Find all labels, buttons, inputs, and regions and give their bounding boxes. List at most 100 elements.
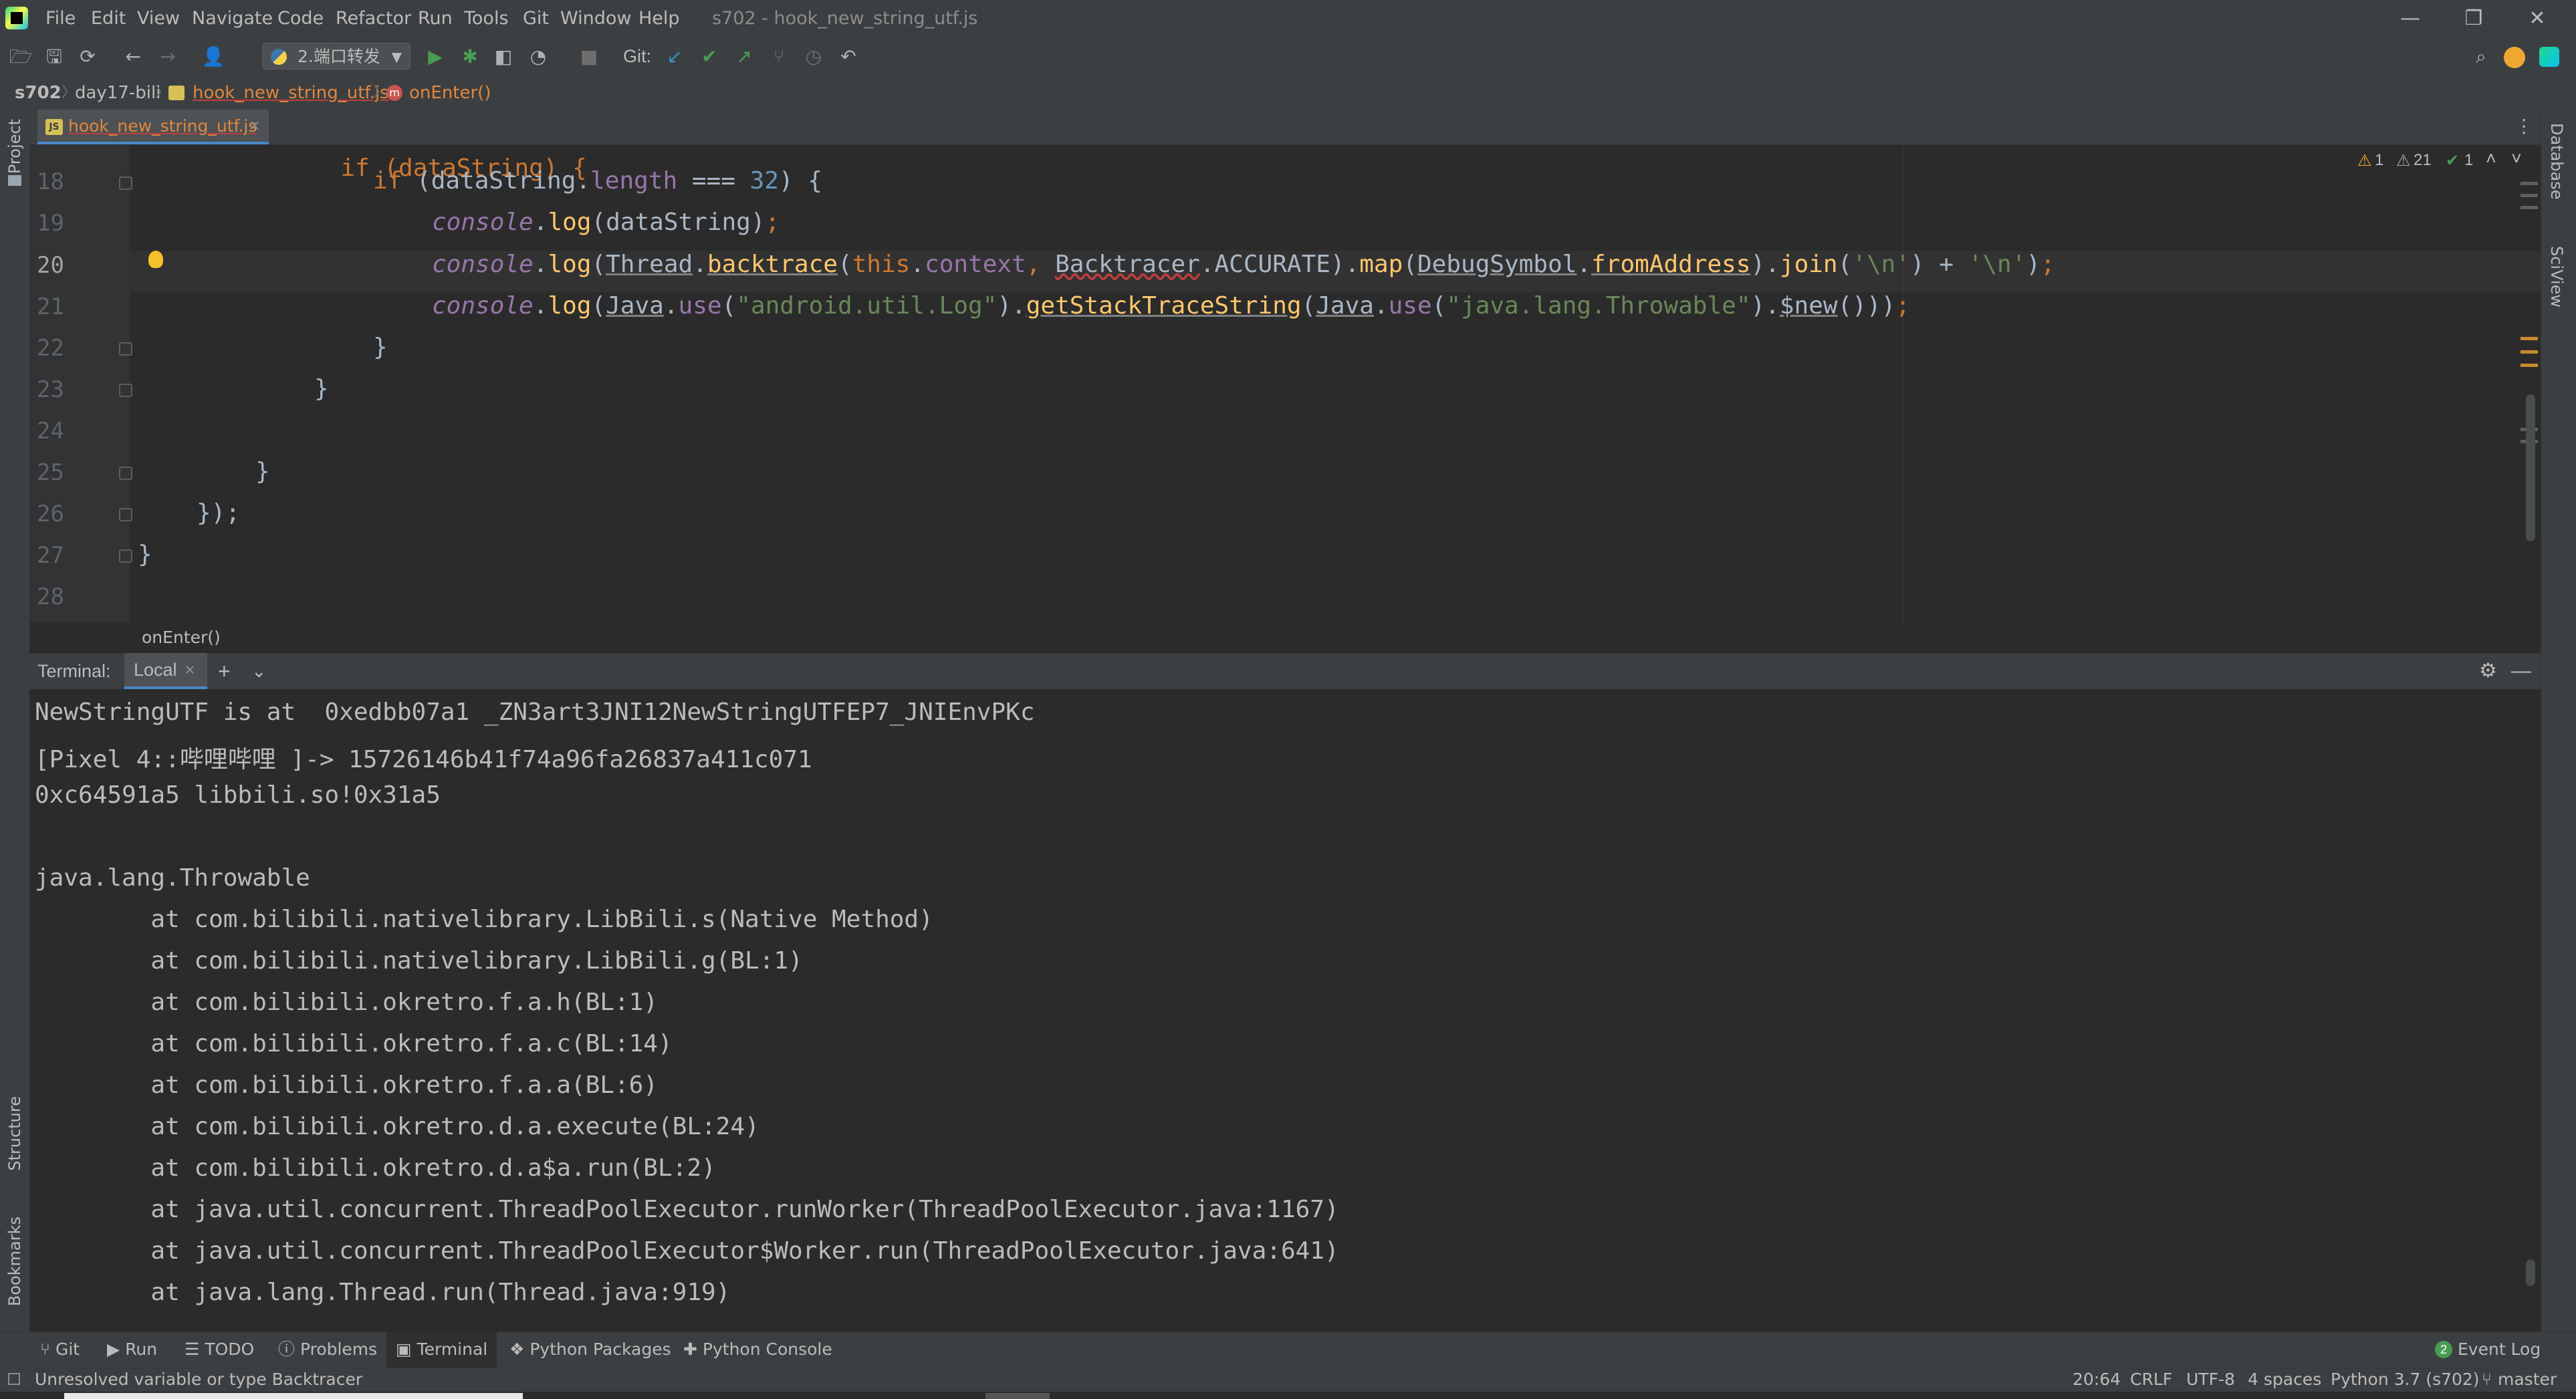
debug-icon[interactable]: ✱ [457,44,483,70]
toolbox-icon[interactable] [2539,47,2559,67]
code-line-23: } [314,375,329,402]
sciview-tool-button[interactable]: SciView [2547,246,2566,307]
terminal-scrollbar[interactable] [2526,1259,2535,1286]
run-tool-button[interactable]: ▶ Run [107,1331,157,1368]
next-highlight-icon[interactable]: ˅ [2511,148,2522,169]
fold-marker-icon[interactable] [119,508,132,521]
terminal-settings-gear-icon[interactable]: ⚙ [2479,653,2497,689]
code-line-26: }); [197,499,241,527]
stop-icon[interactable]: ■ [576,44,602,70]
maximize-button[interactable]: ❐ [2454,4,2494,33]
git-merge-icon[interactable]: ⑂ [766,44,792,70]
run-icon[interactable]: ▶ [423,44,448,70]
breadcrumb-folder[interactable]: day17-bili [75,76,160,110]
warning-icon[interactable]: ⚠ [2357,151,2372,170]
menu-window[interactable]: Window [560,0,631,37]
file-encoding[interactable]: UTF-8 [2186,1368,2235,1392]
menu-help[interactable]: Help [638,0,680,37]
todo-tool-button[interactable]: ☰ TODO [185,1331,254,1368]
coverage-icon[interactable]: ◧ [491,44,516,70]
toggle-tool-windows-icon[interactable] [8,1373,20,1385]
profile-icon[interactable]: ◔ [525,44,551,70]
python-console-tool-button[interactable]: ✚ Python Console [683,1331,832,1368]
line-number: 19 [37,210,64,237]
save-all-icon[interactable]: 🖫 [41,44,67,70]
menu-file[interactable]: File [45,0,76,37]
fold-marker-icon[interactable] [119,342,132,356]
rollback-icon[interactable]: ↶ [836,44,861,70]
problems-tool-button[interactable]: ⓘ Problems [278,1331,377,1368]
structure-tool-button[interactable]: Structure [5,1096,24,1171]
close-window-button[interactable]: ✕ [2517,4,2557,33]
breadcrumb-function[interactable]: onEnter() [409,76,491,110]
breadcrumb-project[interactable]: s702 [15,76,62,110]
terminal-line: java.lang.Throwable [35,864,310,892]
minimize-button[interactable]: — [2390,4,2430,33]
line-separator[interactable]: CRLF [2130,1368,2172,1392]
breadcrumb-file[interactable]: hook_new_string_utf.js [193,76,389,110]
event-log-count-badge[interactable]: 2 [2435,1341,2452,1358]
weak-warning-icon[interactable]: ⚠ [2396,151,2411,170]
search-everywhere-icon[interactable]: ⌕ [2468,44,2494,70]
close-tab-icon[interactable]: × [249,110,261,143]
git-history-icon[interactable]: ◷ [801,44,826,70]
warning-count[interactable]: 1 [2375,151,2383,170]
fold-marker-icon[interactable] [119,549,132,563]
menu-refactor[interactable]: Refactor [336,0,411,37]
menu-git[interactable]: Git [523,0,549,37]
forward-arrow-icon[interactable]: → [155,44,181,70]
typo-count[interactable]: 1 [2464,151,2473,170]
terminal-dropdown-chevron-icon[interactable]: ⌄ [251,653,267,689]
fold-marker-icon[interactable] [119,176,132,190]
indent-setting[interactable]: 4 spaces [2248,1368,2321,1392]
terminal-header [29,653,2541,690]
terminal-tool-button[interactable]: ▣ Terminal [386,1331,497,1368]
update-available-icon[interactable] [2504,47,2525,68]
typo-check-icon[interactable]: ✔ [2446,151,2459,170]
git-tool-button[interactable]: ⑂ Git [40,1331,80,1368]
git-commit-icon[interactable]: ✔ [697,44,722,70]
close-terminal-tab-icon[interactable]: × [185,653,195,686]
menu-navigate[interactable]: Navigate [192,0,273,37]
fold-marker-icon[interactable] [119,384,132,397]
weak-warning-count[interactable]: 21 [2414,151,2432,170]
git-push-icon[interactable]: ↗ [731,44,757,70]
menu-edit[interactable]: Edit [91,0,126,37]
git-label: Git: [623,46,652,66]
window-bottom-edge [0,1392,2576,1399]
more-options-icon[interactable]: ⋮ [2511,114,2537,139]
lightbulb-icon[interactable] [148,251,163,268]
git-branch-icon: ⑂ [2482,1370,2492,1389]
hide-terminal-icon[interactable]: — [2511,653,2531,689]
git-update-icon[interactable]: ↙ [662,44,687,70]
git-branch[interactable]: master [2498,1368,2557,1392]
sync-icon[interactable]: ⟳ [75,44,100,70]
caret-position[interactable]: 20:64 [2073,1368,2121,1392]
code-editor[interactable] [29,145,2541,622]
new-terminal-button[interactable]: + [218,653,231,689]
code-line-27: } [138,541,152,568]
menu-run[interactable]: Run [418,0,453,37]
footer-crumb-function[interactable]: onEnter() [142,622,221,653]
line-number: 21 [37,293,64,320]
terminal-icon: ▣ [396,1340,417,1359]
menu-tools[interactable]: Tools [464,0,509,37]
menu-code[interactable]: Code [277,0,324,37]
terminal-tab-local[interactable]: Local × [124,653,207,689]
bookmarks-tool-button[interactable]: Bookmarks [5,1217,24,1306]
previous-highlight-icon[interactable]: ˄ [2486,148,2496,169]
database-tool-button[interactable]: Database [2547,123,2566,200]
python-packages-tool-button[interactable]: ❖ Python Packages [509,1331,671,1368]
editor-scrollbar[interactable] [2526,394,2535,541]
project-tool-button[interactable]: Project [5,119,24,174]
user-icon[interactable]: 👤 [201,44,226,70]
python-interpreter[interactable]: Python 3.7 (s702) [2331,1368,2480,1392]
fold-marker-icon[interactable] [119,467,132,480]
event-log-tool-button[interactable]: Event Log [2458,1331,2541,1368]
back-arrow-icon[interactable]: ← [120,44,146,70]
terminal-line: at com.bilibili.okretro.f.a.c(BL:14) [35,1030,673,1057]
run-configuration-select[interactable]: 2.端口转发 ▼ [262,43,411,70]
open-folder-icon[interactable]: 🗁 [8,44,33,70]
editor-tab-hook-new-string-utf[interactable]: JS hook_new_string_utf.js × [37,110,269,144]
menu-view[interactable]: View [137,0,180,37]
